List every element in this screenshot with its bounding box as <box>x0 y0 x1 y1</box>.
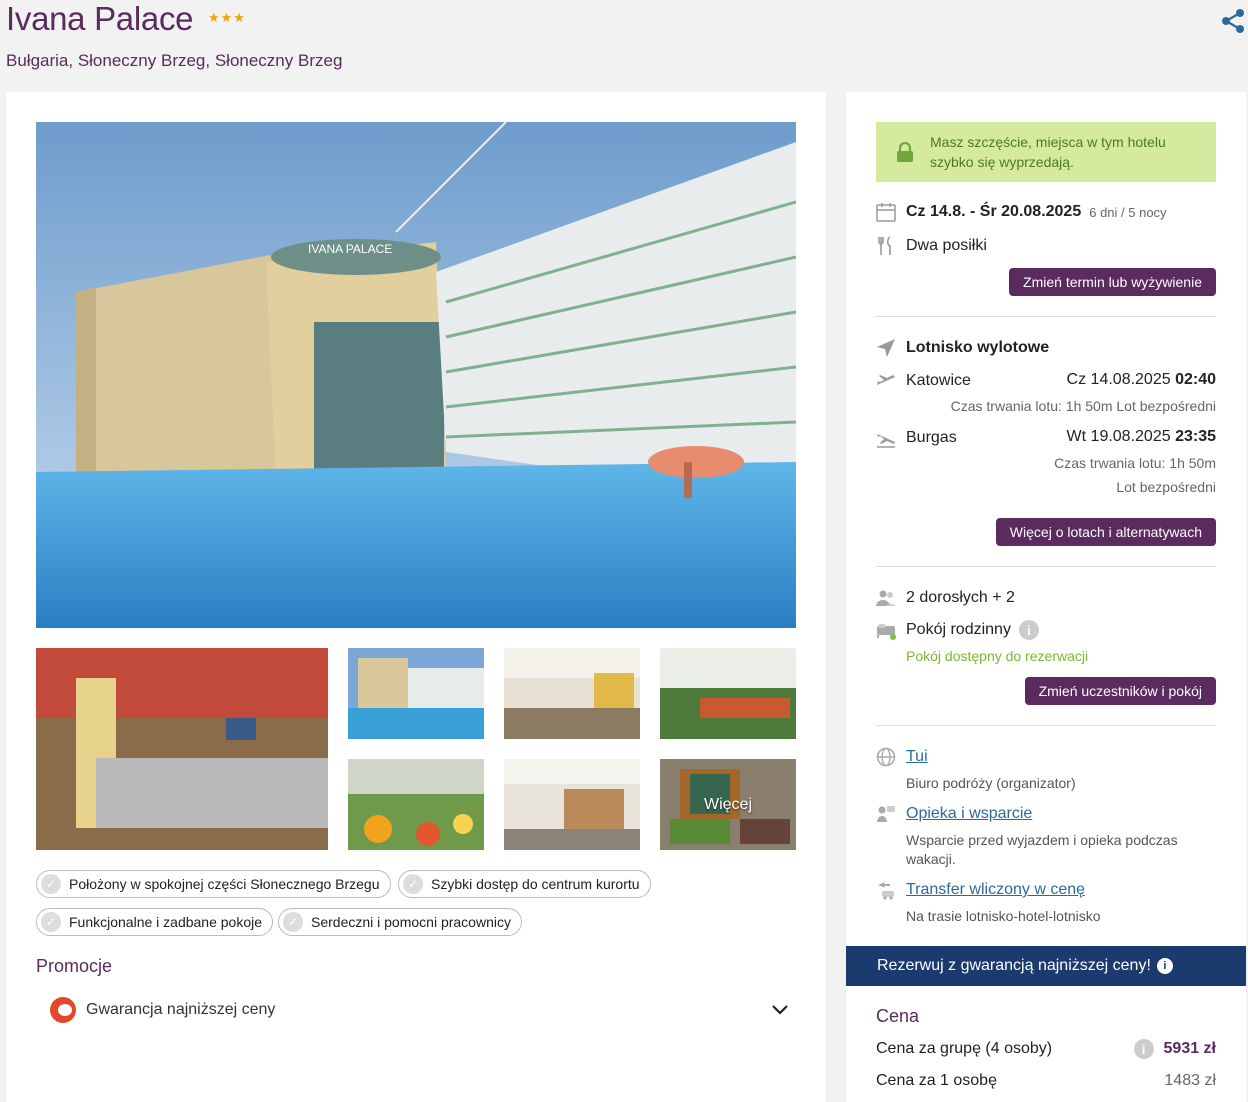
dates-row: Cz 14.8. - Śr 20.08.2025 6 dni / 5 nocy <box>876 202 1167 222</box>
divider <box>876 566 1216 567</box>
support-icon <box>876 804 896 824</box>
promotion-item[interactable]: Gwarancja najniższej ceny <box>50 996 790 1024</box>
person-price-row: Cena za 1 osobę 1483 zł <box>876 1072 1216 1090</box>
inbound-time: 23:35 <box>1175 428 1216 445</box>
trip-dates: Cz 14.8. - Śr 20.08.2025 <box>906 203 1082 220</box>
thumb-pool[interactable] <box>348 648 484 739</box>
cutlery-icon <box>876 236 896 256</box>
calendar-icon <box>876 202 896 222</box>
hero-photo[interactable]: IVANA PALACE <box>36 122 796 628</box>
travelers-row: 2 dorosłych + 2 <box>876 588 1015 608</box>
divider <box>876 316 1216 317</box>
departure-airport-label: Lotnisko wylotowe <box>906 339 1050 356</box>
inbound-datetime: Wt 19.08.2025 23:35 <box>1067 428 1216 446</box>
group-price-value: 5931 zł <box>1163 1040 1216 1057</box>
availability-alert: Masz szczęście, miejsca w tym hotelu szy… <box>876 122 1216 182</box>
change-participants-button[interactable]: Zmień uczestników i pokój <box>1024 677 1216 705</box>
gallery-card: IVANA PALACE Więcej ✓ Położony w spokojn… <box>6 92 826 1102</box>
organizer-link[interactable]: Tui <box>906 748 928 766</box>
thumb-lounge[interactable] <box>504 648 640 739</box>
share-icon[interactable] <box>1220 8 1246 34</box>
feature-chip: ✓ Położony w spokojnej części Słoneczneg… <box>36 870 391 898</box>
outbound-city: Katowice <box>906 372 971 389</box>
promotion-label: Gwarancja najniższej ceny <box>86 1001 276 1018</box>
feature-text: Serdeczni i pomocni pracownicy <box>311 914 511 930</box>
thumb-more[interactable]: Więcej <box>660 759 796 850</box>
star-rating: ★★★ <box>208 10 246 25</box>
lock-icon <box>896 141 914 162</box>
info-icon[interactable]: i <box>1018 620 1039 640</box>
promo-logo-icon <box>50 997 76 1023</box>
price-title: Cena <box>876 1006 920 1026</box>
feature-text: Położony w spokojnej części Słonecznego … <box>69 876 380 892</box>
room-type: Pokój rodzinny <box>906 621 1011 638</box>
room-status: Pokój dostępny do rezerwacji <box>906 648 1089 664</box>
check-icon: ✓ <box>41 874 61 894</box>
inbound-direct: Lot bezpośredni <box>1116 479 1216 495</box>
inbound-date: Wt 19.08.2025 <box>1066 428 1171 445</box>
feature-chip: ✓ Szybki dostęp do centrum kurortu <box>398 870 651 898</box>
transfer-icon <box>876 880 896 900</box>
thumb-restaurant[interactable] <box>36 648 328 850</box>
board-type: Dwa posiłki <box>906 237 987 254</box>
feature-text: Funkcjonalne i zadbane pokoje <box>69 914 263 930</box>
inbound-duration: Czas trwania lotu: 1h 50m <box>1054 455 1216 471</box>
hero-sign: IVANA PALACE <box>308 242 392 256</box>
feature-text: Szybki dostęp do centrum kurortu <box>431 876 640 892</box>
thumb-lobby[interactable] <box>504 759 640 850</box>
trip-duration: 6 dni / 5 nocy <box>1089 204 1167 220</box>
hotel-name: Ivana Palace <box>6 0 194 37</box>
lowest-price-banner[interactable]: Rezerwuj z gwarancją najniższej ceny! i <box>846 946 1246 986</box>
plane-takeoff-icon <box>876 371 896 391</box>
outbound-flight-row: Katowice <box>876 371 971 391</box>
transfer-row: Transfer wliczony w cenę <box>876 880 1085 900</box>
outbound-time: 02:40 <box>1175 371 1216 388</box>
person-price-value: 1483 zł <box>1164 1072 1216 1089</box>
booking-sidebar: Masz szczęście, miejsca w tym hotelu szy… <box>846 92 1246 1102</box>
people-icon <box>876 588 896 608</box>
feature-chip: ✓ Serdeczni i pomocni pracownicy <box>278 908 522 936</box>
promotions-title: Promocje <box>36 956 113 976</box>
outbound-date: Cz 14.08.2025 <box>1066 371 1171 388</box>
globe-icon <box>876 747 896 767</box>
support-row: Opieka i wsparcie <box>876 804 1032 824</box>
info-icon[interactable]: i <box>1156 958 1173 974</box>
departure-airport-row: Lotnisko wylotowe <box>876 338 1049 358</box>
check-icon: ✓ <box>283 912 303 932</box>
transfer-link[interactable]: Transfer wliczony w cenę <box>906 881 1085 899</box>
check-icon: ✓ <box>403 874 423 894</box>
support-desc: Wsparcie przed wyjazdem i opieka podczas… <box>906 832 1178 867</box>
navigation-arrow-icon <box>876 338 896 358</box>
info-icon[interactable]: i <box>1133 1039 1154 1059</box>
organizer-row: Tui <box>876 747 928 767</box>
hotel-location: Bułgaria, Słoneczny Brzeg, Słoneczny Brz… <box>6 51 343 70</box>
travelers-count: 2 dorosłych + 2 <box>906 589 1015 606</box>
support-link[interactable]: Opieka i wsparcie <box>906 805 1032 823</box>
thumb-garden[interactable] <box>348 759 484 850</box>
divider <box>876 725 1216 726</box>
alert-text: Masz szczęście, miejsca w tym hotelu szy… <box>930 134 1166 170</box>
group-price-label: Cena za grupę (4 osoby) <box>876 1040 1053 1057</box>
outbound-datetime: Cz 14.08.2025 02:40 <box>1067 371 1216 389</box>
inbound-city: Burgas <box>906 429 957 446</box>
change-term-button[interactable]: Zmień termin lub wyżywienie <box>1009 268 1216 296</box>
plane-landing-icon <box>876 428 896 448</box>
board-row: Dwa posiłki <box>876 236 987 256</box>
group-price-row: Cena za grupę (4 osoby) i 5931 zł <box>876 1039 1216 1059</box>
organizer-desc: Biuro podróży (organizator) <box>906 775 1076 791</box>
inbound-flight-row: Burgas <box>876 428 957 448</box>
banner-text: Rezerwuj z gwarancją najniższej ceny! <box>877 957 1151 974</box>
flights-more-button[interactable]: Więcej o lotach i alternatywach <box>995 518 1216 546</box>
feature-chip: ✓ Funkcjonalne i zadbane pokoje <box>36 908 274 936</box>
chevron-down-icon[interactable] <box>770 1000 790 1020</box>
outbound-info: Czas trwania lotu: 1h 50m Lot bezpośredn… <box>950 398 1216 414</box>
thumb-terrace[interactable] <box>660 648 796 739</box>
check-icon: ✓ <box>41 912 61 932</box>
transfer-desc: Na trasie lotnisko-hotel-lotnisko <box>906 908 1101 924</box>
person-price-label: Cena za 1 osobę <box>876 1072 997 1089</box>
more-photos-label[interactable]: Więcej <box>660 759 796 850</box>
bed-icon <box>876 620 896 640</box>
room-row: Pokój rodzinny i <box>876 620 1039 640</box>
